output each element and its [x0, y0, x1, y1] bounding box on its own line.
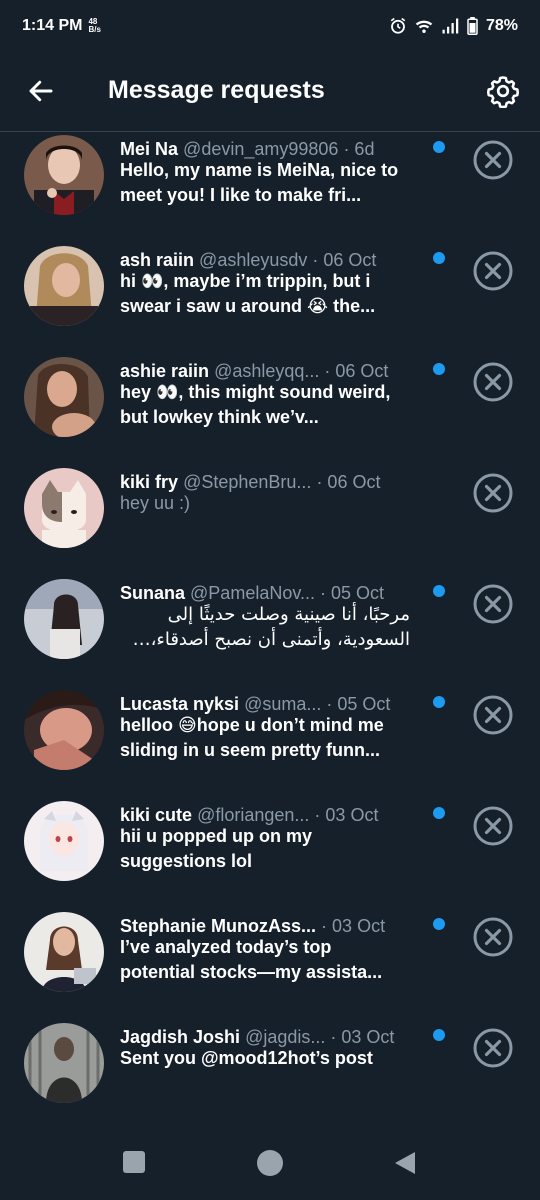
dismiss-close-icon[interactable]	[472, 250, 514, 292]
unread-dot	[433, 807, 445, 819]
sender-name: Sunana	[120, 583, 186, 603]
status-right: 78%	[389, 17, 518, 35]
battery-percent: 78%	[485, 17, 518, 34]
avatar[interactable]	[24, 801, 104, 881]
unread-dot	[433, 363, 445, 375]
message-preview: hi 👀, maybe i’m trippin, but i swear i s…	[120, 271, 376, 316]
dismiss-close-icon[interactable]	[472, 361, 514, 403]
avatar[interactable]	[24, 1023, 104, 1103]
sender-handle: @PamelaNov...	[190, 583, 316, 603]
unread-dot	[433, 1029, 445, 1041]
sender-name: ashie raiin	[120, 361, 210, 381]
avatar[interactable]	[24, 912, 104, 992]
avatar[interactable]	[24, 135, 104, 215]
avatar[interactable]	[24, 468, 104, 548]
sender-handle: @ashleyusdv	[199, 250, 308, 270]
sender-handle: @floriangen...	[197, 805, 310, 825]
message-date: · 6d	[343, 139, 375, 159]
status-left: 1:14 PM 48 B/s	[22, 17, 101, 35]
unread-dot	[433, 918, 445, 930]
message-request-row[interactable]: kiki fry @StephenBru... · 06 Oct hey uu …	[0, 464, 540, 575]
page-title: Message requests	[108, 76, 325, 104]
avatar[interactable]	[24, 579, 104, 659]
dismiss-close-icon[interactable]	[472, 916, 514, 958]
wifi-icon	[415, 20, 433, 33]
avatar[interactable]	[24, 357, 104, 437]
message-request-row[interactable]: ashie raiin @ashleyqq... · 06 Oct hey 👀,…	[0, 353, 540, 464]
status-bar: 1:14 PM 48 B/s 78%	[0, 0, 540, 52]
back-arrow-icon[interactable]	[26, 76, 56, 106]
message-date: · 06 Oct	[312, 250, 377, 270]
message-preview: مرحبًا، أنا صينية وصلت حديثًا إلى السعود…	[150, 604, 410, 650]
signal-icon	[442, 18, 459, 34]
app-header: Message requests	[0, 52, 540, 132]
message-date: · 05 Oct	[320, 583, 385, 603]
message-date: · 06 Oct	[324, 361, 389, 381]
network-speed-unit: B/s	[88, 25, 101, 34]
avatar[interactable]	[24, 246, 104, 326]
unread-dot	[433, 141, 445, 153]
message-preview: Hello, my name is MeiNa, nice to meet yo…	[120, 160, 399, 205]
message-preview: Sent you @mood12hot’s post	[120, 1048, 373, 1068]
message-preview: I’ve analyzed today’s top potential stoc…	[120, 937, 383, 982]
network-speed: 48 B/s	[88, 18, 100, 34]
unread-dot	[433, 252, 445, 264]
dismiss-close-icon[interactable]	[472, 694, 514, 736]
sender-handle: @StephenBru...	[183, 472, 312, 492]
sender-name: ash raiin	[120, 250, 195, 270]
back-triangle-icon[interactable]	[393, 1150, 417, 1176]
message-request-row[interactable]: ash raiin @ashleyusdv · 06 Oct hi 👀, may…	[0, 242, 540, 353]
sender-handle: @devin_amy99806	[183, 139, 339, 159]
dismiss-close-icon[interactable]	[472, 1027, 514, 1069]
message-preview: helloo 😅hope u don’t mind me sliding in …	[120, 715, 384, 760]
message-date: · 03 Oct	[314, 805, 379, 825]
recent-apps-square-icon[interactable]	[122, 1150, 146, 1174]
message-requests-list: Mei Na @devin_amy99806 · 6d Hello, my na…	[0, 131, 540, 1130]
system-navigation-bar	[0, 1128, 540, 1200]
dismiss-close-icon[interactable]	[472, 583, 514, 625]
sender-name: Jagdish Joshi	[120, 1027, 241, 1047]
sender-handle: @suma...	[244, 694, 322, 714]
sender-name: Mei Na	[120, 139, 179, 159]
message-preview: hii u popped up on my suggestions lol	[120, 826, 312, 871]
message-request-row[interactable]: Sunana @PamelaNov... · 05 Oct مرحبًا، أن…	[0, 575, 540, 686]
alarm-icon	[390, 17, 406, 34]
dismiss-close-icon[interactable]	[472, 139, 514, 181]
battery-icon	[467, 17, 478, 35]
home-circle-icon[interactable]	[256, 1149, 284, 1177]
message-request-row[interactable]: Jagdish Joshi @jagdis... · 03 Oct Sent y…	[0, 1019, 540, 1130]
sender-name: kiki fry	[120, 472, 179, 492]
sender-name: kiki cute	[120, 805, 193, 825]
message-preview: hey 👀, this might sound weird, but lowke…	[120, 382, 391, 427]
status-time: 1:14 PM	[22, 17, 83, 34]
unread-dot	[433, 696, 445, 708]
sender-name: Stephanie MunozAss...	[120, 916, 317, 936]
message-date: · 05 Oct	[326, 694, 391, 714]
message-request-row[interactable]: kiki cute @floriangen... · 03 Oct hii u …	[0, 797, 540, 908]
message-preview: hey uu :)	[120, 493, 191, 513]
settings-gear-icon[interactable]	[486, 74, 520, 108]
message-date: · 03 Oct	[321, 916, 386, 936]
message-request-row[interactable]: Stephanie MunozAss... · 03 Oct I’ve anal…	[0, 908, 540, 1019]
dismiss-close-icon[interactable]	[472, 472, 514, 514]
message-date: · 03 Oct	[330, 1027, 395, 1047]
message-request-row[interactable]: Mei Na @devin_amy99806 · 6d Hello, my na…	[0, 131, 540, 242]
sender-handle: @jagdis...	[245, 1027, 326, 1047]
avatar[interactable]	[24, 690, 104, 770]
message-date: · 06 Oct	[316, 472, 381, 492]
sender-handle: @ashleyqq...	[214, 361, 320, 381]
sender-name: Lucasta nyksi	[120, 694, 240, 714]
unread-dot	[433, 585, 445, 597]
message-request-row[interactable]: Lucasta nyksi @suma... · 05 Oct helloo 😅…	[0, 686, 540, 797]
dismiss-close-icon[interactable]	[472, 805, 514, 847]
